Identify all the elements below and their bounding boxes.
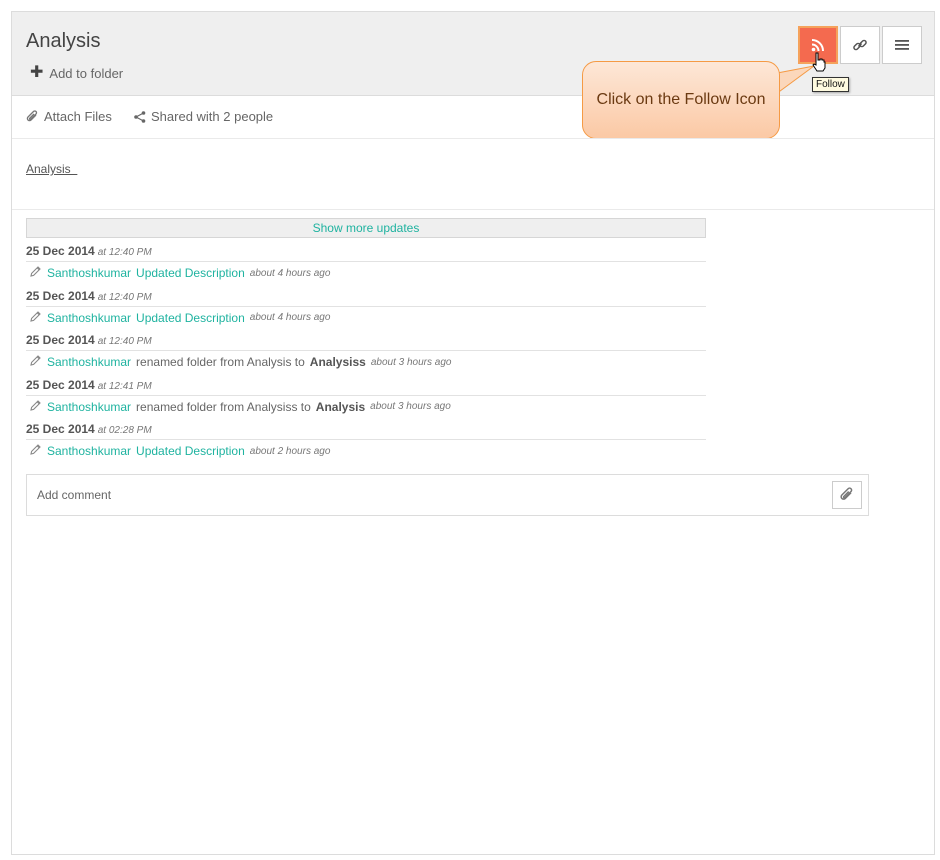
activity-date-text: 25 Dec 2014 — [26, 377, 95, 392]
divider — [26, 305, 706, 307]
activity-date: 25 Dec 2014 at 12:40 PM — [26, 244, 152, 258]
activity-ago: about 3 hours ago — [370, 356, 452, 368]
menu-button[interactable] — [882, 26, 922, 64]
copy-link-button[interactable] — [840, 26, 880, 64]
user-link[interactable]: Santhoshkumar — [47, 311, 131, 325]
divider — [26, 350, 706, 351]
folder-detail-panel: Analysis ✚ Add to folder Click on the Fo… — [11, 11, 935, 855]
paperclip-icon — [840, 487, 853, 500]
comment-box — [26, 474, 869, 516]
action-link[interactable]: Updated Description — [136, 266, 245, 280]
activity-body: Santhoshkumar Updated Description about 4 … — [29, 265, 330, 281]
activity-date-text: 25 Dec 2014 — [26, 422, 95, 436]
pencil-icon — [29, 443, 42, 459]
user-link[interactable]: Santhoshkumar — [47, 444, 131, 458]
description-link[interactable]: Analysis — [26, 162, 77, 176]
folder-actions-bar: Attach Files Shared with 2 people — [12, 97, 934, 139]
plus-icon: ✚ — [30, 64, 44, 81]
activity-date-text: 25 Dec 2014 — [26, 288, 95, 303]
activity-time: at 12:40 PM — [97, 247, 152, 258]
activity-ago: about 2 hours ago — [249, 445, 331, 457]
add-to-folder-label: Add to folder — [49, 65, 124, 81]
divider — [26, 394, 706, 396]
pencil-icon — [29, 399, 42, 415]
activity-body: Santhoshkumar Updated Description about 4 … — [29, 310, 330, 326]
activity-time: at 12:41 PM — [97, 380, 152, 392]
add-to-folder-button[interactable]: ✚ Add to folder — [30, 65, 123, 81]
activity-date: 25 Dec 2014 at 12:41 PM — [26, 378, 152, 392]
activity-date-text: 25 Dec 2014 — [26, 244, 95, 258]
activity-item: 25 Dec 2014 at 12:40 PM Santhoshkumar Updat… — [26, 286, 706, 331]
pencil-icon — [29, 354, 42, 370]
attach-files-label: Attach Files — [44, 109, 112, 124]
link-icon — [853, 39, 867, 51]
activity-ago: about 4 hours ago — [249, 267, 331, 279]
action-link[interactable]: Updated Description — [136, 311, 245, 325]
description-section: Analysis — [12, 139, 934, 210]
shared-with-button[interactable]: Shared with 2 people — [134, 109, 273, 124]
divider — [26, 439, 706, 440]
user-link[interactable]: Santhoshkumar — [47, 355, 131, 369]
activity-body: Santhoshkumar Updated Description about 2 … — [29, 443, 330, 459]
activity-date: 25 Dec 2014 at 02:28 PM — [26, 422, 152, 436]
hamburger-menu-icon — [895, 40, 909, 50]
activity-ago: about 3 hours ago — [370, 401, 451, 412]
activity-time: at 02:28 PM — [97, 425, 152, 436]
user-link[interactable]: Santhoshkumar — [47, 266, 131, 280]
activity-item: 25 Dec 2014 at 12:40 PM Santhoshkumar Updat… — [26, 241, 706, 286]
show-more-updates-button[interactable]: Show more updates — [26, 218, 706, 238]
share-icon — [134, 110, 146, 123]
activity-date-text: 25 Dec 2014 — [26, 333, 95, 347]
comment-input[interactable] — [37, 485, 817, 505]
activity-item: 25 Dec 2014 at 12:40 PM Santhoshkumar renam… — [26, 330, 706, 375]
activity-item: 25 Dec 2014 at 12:41 PM Santhoshkumar renam… — [26, 375, 706, 420]
divider — [26, 261, 706, 262]
activity-ago: about 4 hours ago — [249, 312, 331, 323]
pencil-icon — [29, 310, 42, 326]
attach-files-button[interactable]: Attach Files — [26, 109, 112, 124]
target-name: Analysiss — [309, 355, 366, 369]
pencil-icon — [29, 265, 42, 281]
rss-icon — [811, 39, 824, 52]
activity-body: Santhoshkumar renamed folder from Analysi… — [29, 354, 451, 370]
shared-with-label: Shared with 2 people — [151, 109, 274, 124]
activity-time: at 12:40 PM — [97, 336, 152, 347]
activity-feed: 25 Dec 2014 at 12:40 PM Santhoshkumar Updat… — [26, 241, 706, 464]
follow-tooltip: Follow — [812, 77, 849, 92]
comment-attach-button[interactable] — [832, 481, 862, 509]
action-link[interactable]: Updated Description — [136, 444, 245, 458]
action-text: renamed folder from Analysiss to — [136, 399, 311, 414]
target-name: Analysis — [315, 399, 366, 414]
user-link[interactable]: Santhoshkumar — [47, 400, 131, 414]
page-title: Analysis — [26, 30, 101, 52]
activity-time: at 12:40 PM — [97, 291, 152, 303]
action-text: renamed folder from Analysis to — [136, 355, 305, 369]
activity-date: 25 Dec 2014 at 12:40 PM — [26, 333, 152, 347]
activity-body: Santhoshkumar renamed folder from Analysi… — [29, 399, 451, 415]
paperclip-icon — [26, 109, 38, 121]
activity-date: 25 Dec 2014 at 12:40 PM — [26, 289, 152, 303]
hand-cursor-icon — [812, 52, 826, 72]
activity-item: 25 Dec 2014 at 02:28 PM Santhoshkumar Updat… — [26, 419, 706, 464]
